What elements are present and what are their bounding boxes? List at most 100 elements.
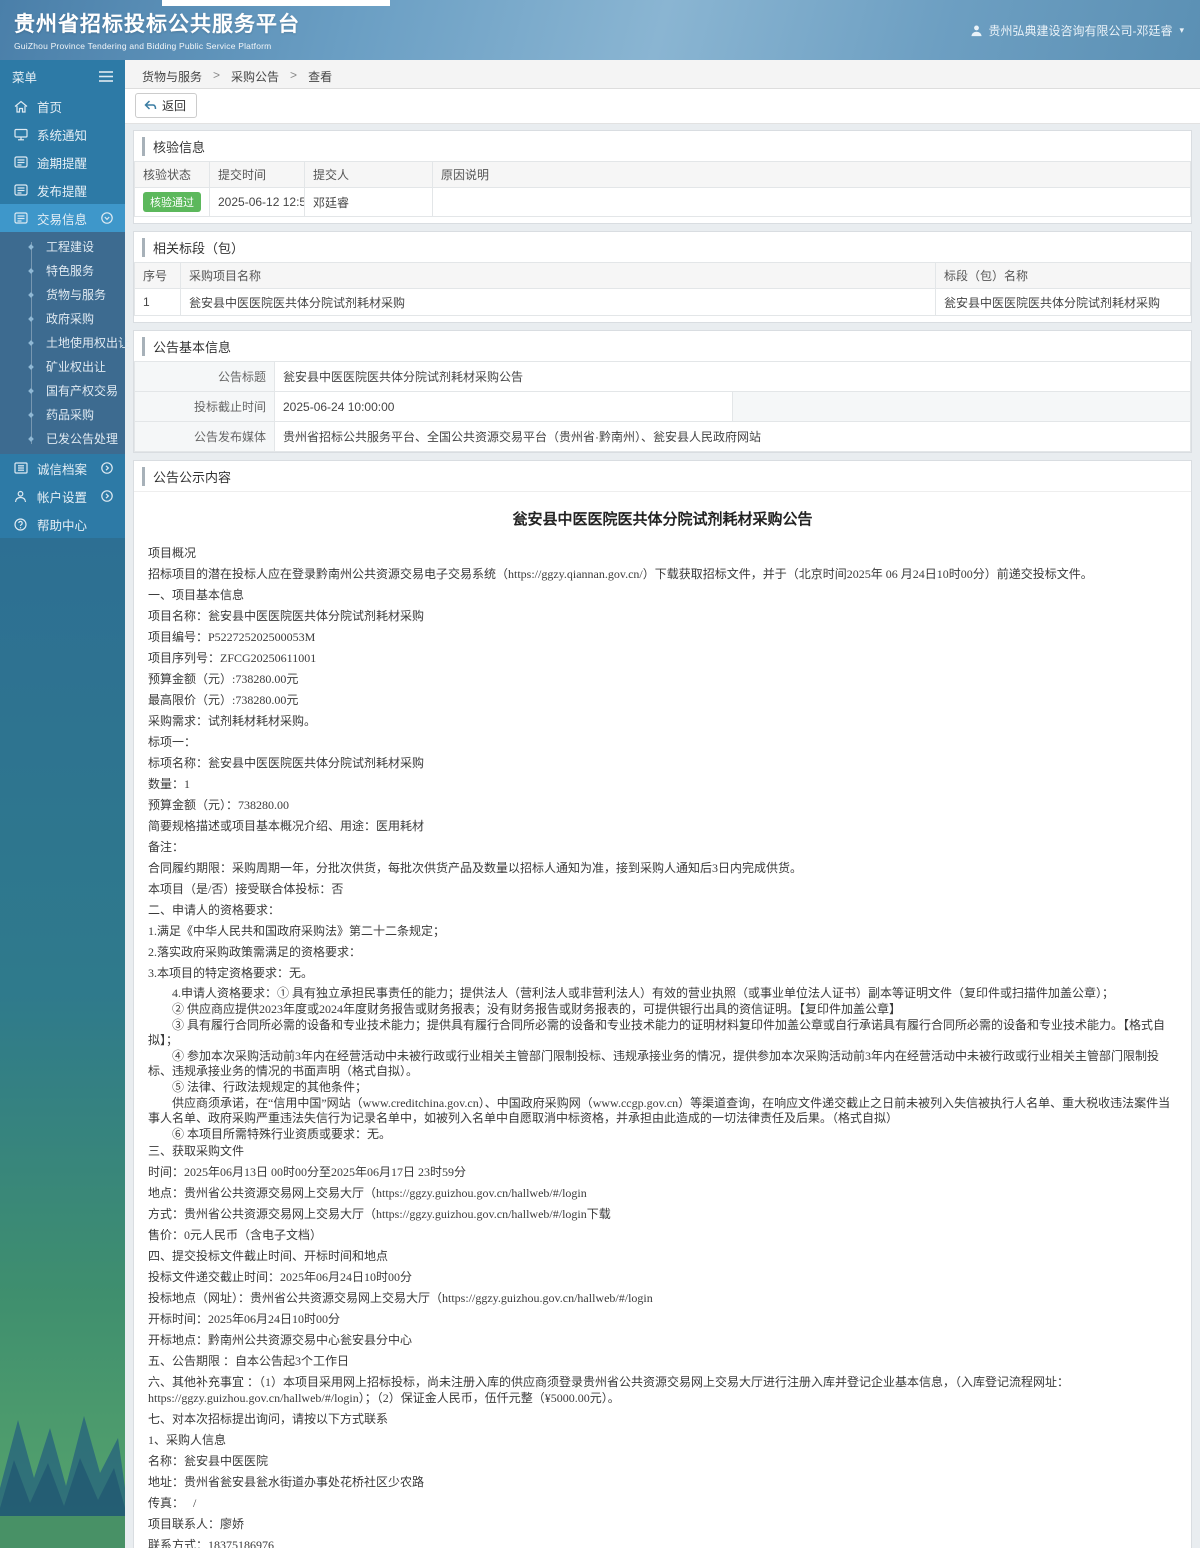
- sidebar-item-4[interactable]: 交易信息: [0, 204, 125, 232]
- announcement-paragraph: 投标文件递交截止时间：2025年06月24日10时00分: [148, 1270, 413, 1284]
- user-name: 贵州弘典建设咨询有限公司-邓廷睿: [988, 24, 1173, 38]
- related-title: 相关标段（包）: [134, 232, 1191, 262]
- chevron-down-icon: ▾: [1179, 25, 1184, 35]
- user-menu[interactable]: 贵州弘典建设咨询有限公司-邓廷睿 ▾: [970, 22, 1184, 39]
- sidebar-submenu: 工程建设 特色服务 货物与服务 政府采购 土地使用权出让 矿业权出让 国有产权交易 药品采购已…: [0, 232, 130, 454]
- announcement-paragraph: 供应商须承诺，在“信用中国”网站（www.creditchina.gov.cn）…: [148, 1096, 1171, 1125]
- announcement-title-value: 瓮安县中医医院医共体分院试剂耗材采购公告: [274, 361, 1191, 392]
- breadcrumb-separator: >: [290, 68, 298, 82]
- sidebar-subitem-7[interactable]: 货物与服务: [0, 283, 125, 307]
- verify-col-status: 核验状态: [134, 161, 210, 188]
- announcement-paragraph: ⑥ 本项目所需特殊行业资质或要求：无。: [172, 1127, 392, 1141]
- archive-icon: [13, 462, 28, 474]
- empty-cell: [732, 391, 1191, 422]
- publish-media-value: 贵州省招标公共服务平台、全国公共资源交易平台（贵州省·黔南州）、瓮安县人民政府网…: [274, 421, 1191, 452]
- verify-col-person: 提交人: [304, 161, 433, 188]
- announcement-paragraph: 项目联系人：廖娇: [148, 1517, 245, 1531]
- related-col-section: 标段（包）名称: [935, 262, 1191, 289]
- announcement-section-title: 公告公示内容: [134, 461, 1191, 491]
- sidebar-item-label: 诚信档案: [37, 462, 88, 477]
- related-row-project: 瓮安县中医医院医共体分院试剂耗材采购: [180, 288, 936, 316]
- sidebar-item-14[interactable]: 诚信档案: [0, 454, 125, 482]
- sidebar-item-15[interactable]: 帐户设置: [0, 482, 125, 510]
- app-subtitle: GuiZhou Province Tendering and Bidding P…: [14, 41, 272, 51]
- monitor-icon: [13, 128, 28, 141]
- announcement-paragraph: 三、获取采购文件: [148, 1144, 245, 1158]
- verify-col-reason: 原因说明: [432, 161, 1191, 188]
- sidebar-item-3[interactable]: 发布提醒: [0, 176, 125, 204]
- sidebar-item-label: 交易信息: [37, 212, 88, 227]
- basic-info-table: 公告标题 瓮安县中医医院医共体分院试剂耗材采购公告 投标截止时间 2025-06…: [134, 361, 1191, 452]
- sidebar-subitem-9[interactable]: 土地使用权出让: [0, 331, 130, 355]
- related-sections-panel: 相关标段（包） 序号 采购项目名称 标段（包）名称 1 瓮安县中医医院医共体分院…: [133, 231, 1192, 323]
- announcement-paragraph: 数量：1: [148, 777, 191, 791]
- chevron-right-icon: [101, 462, 113, 474]
- announcement-paragraph: 一、项目基本信息: [148, 588, 245, 602]
- app-title: 贵州省招标投标公共服务平台: [14, 13, 300, 36]
- verify-reason: [432, 187, 1191, 217]
- sidebar-item-16[interactable]: 帮助中心: [0, 510, 125, 538]
- announcement-paragraph: 地点：贵州省公共资源交易网上交易大厅（https://ggzy.guizhou.…: [148, 1186, 587, 1200]
- toolbar: 返回: [125, 89, 1200, 124]
- announcement-paragraph: 联系方式：18375186976: [148, 1538, 275, 1548]
- sidebar-item-label: 系统通知: [37, 128, 88, 143]
- table-row: 公告发布媒体 贵州省招标公共服务平台、全国公共资源交易平台（贵州省·黔南州）、瓮…: [134, 421, 1191, 452]
- sidebar-item-2[interactable]: 逾期提醒: [0, 148, 125, 176]
- announcement-doc-title: 瓮安县中医医院医共体分院试剂耗材采购公告: [512, 512, 813, 528]
- app-header: 贵州省招标投标公共服务平台 GuiZhou Province Tendering…: [0, 0, 1200, 60]
- sidebar-subitem-8[interactable]: 政府采购: [0, 307, 125, 331]
- sidebar-item-label: 发布提醒: [37, 184, 88, 199]
- back-label: 返回: [162, 99, 187, 113]
- person-icon: [13, 490, 28, 503]
- announcement-paragraph: 项目序列号：ZFCG20250611001: [148, 651, 317, 665]
- sidebar-subitem-5[interactable]: 工程建设: [0, 235, 125, 259]
- sidebar-item-1[interactable]: 系统通知: [0, 120, 125, 148]
- announcement-paragraph: 3.本项目的特定资格要求：无。: [148, 966, 314, 980]
- sidebar: 菜单 首页系统通知逾期提醒发布提醒交易信息工程建设 特色服务 货物与服务 政府采购 土地…: [0, 60, 130, 1548]
- back-button[interactable]: 返回: [135, 93, 198, 118]
- announcement-paragraph: 合同履约期限：采购周期一年，分批次供货，每批次供货产品及数量以招标人通知为准，接…: [148, 861, 803, 875]
- sidebar-subitem-13[interactable]: 已发公告处理: [0, 427, 125, 451]
- sidebar-subitem-10[interactable]: 矿业权出让: [0, 355, 125, 379]
- announcement-paragraph: 4.申请人资格要求：① 具有独立承担民事责任的能力；提供法人（营利法人或非营利法…: [172, 986, 1115, 1000]
- announcement-paragraph: 名称：瓮安县中医医院: [148, 1454, 269, 1468]
- announcement-paragraph: 招标项目的潜在投标人应在登录黔南州公共资源交易电子交易系统（https://gg…: [148, 567, 1093, 581]
- basic-info-title: 公告基本信息: [134, 331, 1191, 361]
- sidebar-item-label: 帮助中心: [37, 518, 88, 533]
- sidebar-item-0[interactable]: 首页: [0, 92, 125, 120]
- announcement-paragraph: 最高限价（元）:738280.00元: [148, 693, 299, 707]
- brand: 贵州省招标投标公共服务平台 GuiZhou Province Tendering…: [14, 8, 300, 51]
- folder-icon: [13, 184, 28, 196]
- announcement-paragraph: 备注：: [148, 840, 185, 854]
- announcement-paragraph: ② 供应商应提供2023年度或2024年度财务报告或财务报表；没有财务报告或财务…: [172, 1002, 902, 1016]
- folder-icon: [13, 212, 28, 224]
- sidebar-subitem-6[interactable]: 特色服务: [0, 259, 125, 283]
- sidebar-item-label: 逾期提醒: [37, 156, 88, 171]
- sidebar-subitem-12[interactable]: 药品采购: [0, 403, 125, 427]
- announcement-paragraph: 六、其他补充事宜 ：（1）本项目采用网上招标投标，尚未注册入库的供应商须登录贵州…: [148, 1375, 1070, 1405]
- user-icon: [970, 24, 983, 37]
- announcement-paragraph: 标项名称：瓮安县中医医院医共体分院试剂耗材采购: [148, 756, 425, 770]
- announcement-paragraph: 开标地点：黔南州公共资源交易中心瓮安县分中心: [148, 1333, 413, 1347]
- announcement-paragraph: 开标时间：2025年06月24日10时00分: [148, 1312, 341, 1326]
- announcement-paragraph: 方式：贵州省公共资源交易网上交易大厅（https://ggzy.guizhou.…: [148, 1207, 611, 1221]
- sidebar-nav: 首页系统通知逾期提醒发布提醒交易信息工程建设 特色服务 货物与服务 政府采购 土地使用权…: [0, 92, 130, 538]
- announcement-paragraph: 项目概况: [148, 546, 197, 560]
- sidebar-header: 菜单: [0, 60, 125, 92]
- hamburger-icon[interactable]: [99, 70, 113, 82]
- announcement-paragraph: 地址：贵州省瓮安县瓮水街道办事处花桥社区少农路: [148, 1475, 425, 1489]
- announcement-paragraph: 1、采购人信息: [148, 1433, 227, 1447]
- announcement-paragraph: 投标地点（网址）：贵州省公共资源交易网上交易大厅（https://ggzy.gu…: [148, 1291, 653, 1305]
- announcement-paragraph: 简要规格描述或项目基本概况介绍、用途：医用耗材: [148, 819, 425, 833]
- announcement-paragraph: 项目编号：P522725202500053M: [148, 630, 316, 644]
- announcement-paragraph: ④ 参加本次采购活动前3年内在经营活动中未被行政或行业相关主管部门限制投标、违规…: [148, 1049, 1160, 1078]
- related-table: 序号 采购项目名称 标段（包）名称 1 瓮安县中医医院医共体分院试剂耗材采购 瓮…: [134, 262, 1191, 316]
- question-icon: [13, 517, 28, 531]
- announcement-paragraph: 四、提交投标文件截止时间、开标时间和地点: [148, 1249, 389, 1263]
- announcement-paragraph: 时间：2025年06月13日 00时00分至2025年06月17日 23时59分: [148, 1165, 467, 1179]
- sidebar-subitem-11[interactable]: 国有产权交易: [0, 379, 125, 403]
- announcement-paragraph: 预算金额（元）:738280.00元: [148, 672, 299, 686]
- announcement-title-label: 公告标题: [134, 361, 275, 392]
- announcement-paragraph: 七、对本次招标提出询问，请按以下方式联系: [148, 1412, 389, 1426]
- menu-label: 菜单: [12, 70, 38, 85]
